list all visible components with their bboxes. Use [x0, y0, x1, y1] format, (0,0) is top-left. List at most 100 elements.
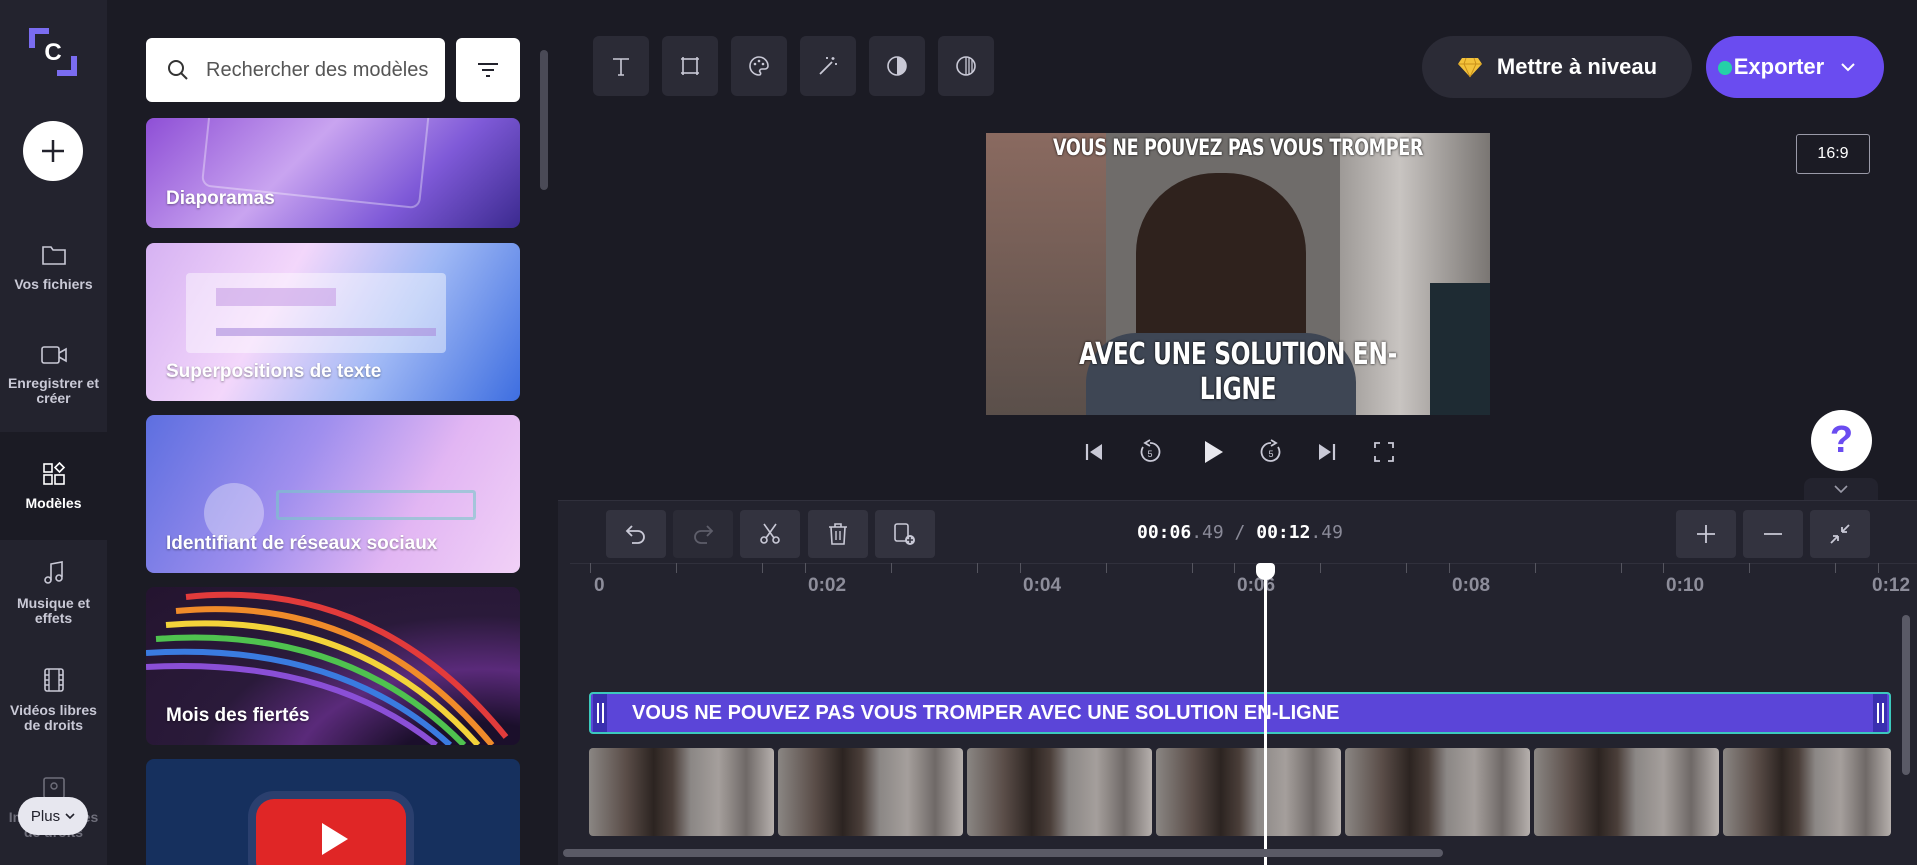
collapse-preview-button[interactable]	[1804, 478, 1878, 500]
chevron-down-icon	[1834, 485, 1848, 493]
plus-icon	[42, 140, 64, 162]
video-clip-thumbnail[interactable]	[1534, 748, 1719, 836]
color-tool-button[interactable]	[731, 36, 787, 96]
clipchamp-logo[interactable]: C	[25, 24, 81, 80]
forward-5s-button[interactable]: 5	[1251, 432, 1291, 472]
undo-button[interactable]	[606, 510, 666, 558]
svg-text:5: 5	[1147, 449, 1152, 459]
video-preview[interactable]: VOUS NE POUVEZ PAS VOUS TROMPER AVEC UNE…	[986, 133, 1490, 415]
redo-button[interactable]	[673, 510, 733, 558]
fade-icon	[956, 56, 976, 76]
ruler-tick	[1835, 563, 1836, 573]
scissors-icon	[760, 523, 780, 544]
current-time-frac: .49	[1191, 522, 1224, 543]
template-card-slideshows[interactable]: Diaporamas	[146, 118, 520, 228]
search-input[interactable]: Rechercher des modèles	[146, 38, 445, 102]
text-tool-button[interactable]	[593, 36, 649, 96]
timeline-horizontal-scrollbar[interactable]	[563, 849, 1443, 857]
template-card-pride-month[interactable]: Mois des fiertés	[146, 587, 520, 745]
left-rail: C Vos fichiers Enregistrer et créer Modè…	[0, 0, 107, 865]
skip-to-start-button[interactable]	[1074, 432, 1114, 472]
meme-top-text: VOUS NE POUVEZ PAS VOUS TROMPER	[1052, 136, 1424, 161]
upgrade-button[interactable]: Mettre à niveau	[1422, 36, 1692, 98]
text-clip[interactable]: VOUS NE POUVEZ PAS VOUS TROMPER AVEC UNE…	[589, 692, 1891, 734]
ruler-tick	[1663, 563, 1664, 573]
fullscreen-button[interactable]	[1364, 432, 1404, 472]
chevron-down-icon	[65, 813, 75, 820]
time-separator: /	[1234, 522, 1246, 543]
trash-icon	[829, 523, 847, 545]
video-clip-thumbnail[interactable]	[967, 748, 1152, 836]
adjust-tool-button[interactable]	[869, 36, 925, 96]
more-button[interactable]: Plus	[18, 797, 88, 835]
collapse-arrows-icon	[1830, 524, 1850, 544]
panel-scrollbar[interactable]	[540, 50, 548, 190]
video-clip-thumbnail[interactable]	[589, 748, 774, 836]
video-clip-thumbnail[interactable]	[1723, 748, 1891, 836]
svg-text:C: C	[44, 39, 61, 66]
ruler-tick	[676, 563, 677, 573]
video-clip-thumbnail[interactable]	[1345, 748, 1530, 836]
help-button[interactable]: ?	[1811, 410, 1872, 471]
timeline-vertical-scrollbar[interactable]	[1902, 615, 1910, 775]
music-icon	[43, 561, 63, 584]
ruler-tick	[1621, 563, 1622, 573]
crop-tool-button[interactable]	[662, 36, 718, 96]
rail-item-record[interactable]: Enregistrer et créer	[0, 344, 107, 406]
clip-trim-handle-right[interactable]	[1873, 694, 1887, 732]
export-button[interactable]: Exporter	[1706, 36, 1884, 98]
video-clip-thumbnail[interactable]	[1156, 748, 1341, 836]
fit-timeline-button[interactable]	[1810, 510, 1870, 558]
ruler-tick	[1449, 563, 1450, 573]
magic-wand-icon	[819, 57, 837, 75]
rail-item-label: Vos fichiers	[14, 276, 93, 292]
create-new-button[interactable]	[23, 121, 83, 181]
video-clip-thumbnail[interactable]	[778, 748, 963, 836]
ruler-tick	[1878, 563, 1879, 573]
zoom-in-button[interactable]	[1676, 510, 1736, 558]
card-label: Superpositions de texte	[166, 361, 382, 382]
ruler-tick	[1320, 563, 1321, 573]
contrast-icon	[887, 56, 907, 76]
more-label: Plus	[30, 807, 61, 825]
skip-to-end-button[interactable]	[1307, 432, 1347, 472]
rail-item-label: Vidéos libres de droits	[10, 702, 97, 733]
filters-tool-button[interactable]	[938, 36, 994, 96]
playhead[interactable]	[1264, 563, 1267, 865]
ruler-tick	[891, 563, 892, 573]
ruler-tick	[590, 563, 591, 573]
template-card-youtube[interactable]	[146, 759, 520, 865]
clip-trim-handle-left[interactable]	[593, 694, 607, 732]
fullscreen-icon	[1374, 442, 1394, 462]
ruler-tick	[1535, 563, 1536, 573]
ruler-tick	[1192, 563, 1193, 573]
zoom-out-button[interactable]	[1743, 510, 1803, 558]
diamond-icon	[1457, 57, 1482, 78]
ruler-label: 0:10	[1666, 575, 1705, 596]
play-icon	[1205, 441, 1223, 463]
rewind-5s-button[interactable]: 5	[1130, 432, 1170, 472]
ruler-tick	[1406, 563, 1407, 573]
rail-item-stock-videos[interactable]: Vidéos libres de droits	[0, 667, 107, 733]
rail-item-music[interactable]: Musique et effets	[0, 560, 107, 626]
playhead-handle[interactable]	[1256, 563, 1275, 580]
play-button[interactable]	[1192, 432, 1232, 472]
status-dot	[1718, 61, 1732, 75]
aspect-ratio-button[interactable]: 16:9	[1796, 134, 1870, 174]
time-readout: 00:06.49 / 00:12.49	[1137, 522, 1343, 543]
delete-button[interactable]	[808, 510, 868, 558]
total-time-frac: .49	[1310, 522, 1343, 543]
ruler-tick	[1106, 563, 1107, 573]
undo-icon	[625, 525, 645, 544]
rail-item-templates[interactable]: Modèles	[0, 432, 107, 540]
duplicate-button[interactable]	[875, 510, 935, 558]
template-card-text-overlays[interactable]: Superpositions de texte	[146, 243, 520, 401]
play-icon	[322, 823, 348, 855]
filter-button[interactable]	[456, 38, 520, 102]
rail-item-files[interactable]: Vos fichiers	[0, 243, 107, 292]
effects-tool-button[interactable]	[800, 36, 856, 96]
film-icon	[43, 668, 64, 692]
template-card-social-handles[interactable]: Identifiant de réseaux sociaux	[146, 415, 520, 573]
card-label: Mois des fiertés	[166, 705, 310, 726]
split-button[interactable]	[740, 510, 800, 558]
